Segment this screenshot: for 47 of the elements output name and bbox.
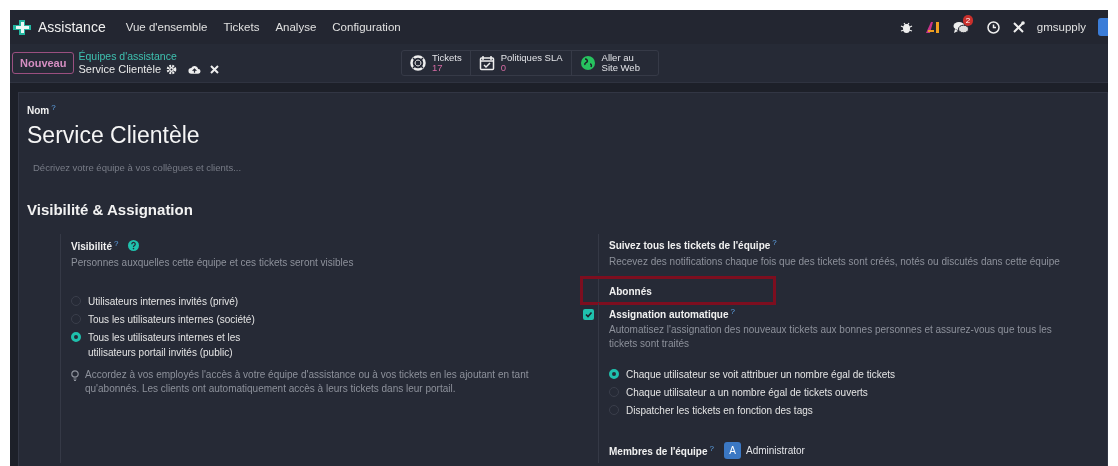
- close-icon[interactable]: [210, 65, 219, 74]
- radio-option[interactable]: Tous les utilisateurs internes et les utilisateurs portail invités (public): [71, 329, 570, 360]
- setting-description: Automatisez l'assignation des nouveaux tickets aux bonnes personnes et assurez-vous que tous les tickets sont traités: [609, 323, 1053, 351]
- user-name[interactable]: gmsupply: [1036, 21, 1086, 33]
- lifebuoy-icon: [410, 55, 426, 71]
- menu-item[interactable]: Vue d'ensemble: [117, 21, 216, 33]
- cloud-upload-icon[interactable]: [188, 64, 201, 75]
- member-name[interactable]: Administrator: [745, 445, 805, 456]
- avatar: A: [723, 442, 741, 459]
- radio-option[interactable]: Utilisateurs internes invités (privé): [71, 293, 570, 309]
- stat-button[interactable]: Tickets 17: [402, 51, 471, 75]
- app-name[interactable]: Assistance: [38, 19, 106, 35]
- description-field[interactable]: Décrivez votre équipe à vos collègues et clients...: [27, 162, 339, 174]
- field-description: Personnes auxquelles cette équipe et ces tickets seront visibles: [71, 255, 355, 270]
- plus-logo-icon[interactable]: [12, 19, 32, 35]
- radio-option[interactable]: Chaque utilisateur a un nombre égal de tickets ouverts: [609, 385, 1078, 400]
- clock-icon[interactable]: [986, 20, 1000, 34]
- stat-button[interactable]: Aller au Site Web: [571, 51, 658, 75]
- breadcrumb-link[interactable]: Équipes d'assistance: [78, 50, 219, 63]
- team-name-field[interactable]: Service Clientèle: [27, 122, 1099, 150]
- chat-icon[interactable]: [952, 20, 969, 34]
- radio-option[interactable]: Dispatcher les tickets en fonction des tags: [609, 403, 1078, 418]
- field-label: Nom $^{?}$: [27, 103, 57, 117]
- checkbox[interactable]: [583, 308, 594, 320]
- menu-item[interactable]: Analyse: [267, 21, 325, 33]
- new-button[interactable]: Nouveau: [12, 52, 75, 74]
- setting-label: Suivez tous les tickets de l'équipe $^{?}$: [609, 238, 778, 252]
- stat-button[interactable]: Politiques SLA 0: [470, 51, 572, 75]
- help-icon[interactable]: [128, 240, 140, 252]
- menu-item[interactable]: Tickets: [215, 21, 268, 33]
- radio-option[interactable]: Chaque utilisateur se voit attribuer un nombre égal de tickets: [609, 367, 1078, 382]
- field-label: Membres de l'équipe $^{?}$: [609, 443, 714, 458]
- radio-option[interactable]: Tous les utilisateurs internes (société): [71, 311, 570, 327]
- field-label: Visibilité $^{?}$: [71, 239, 119, 253]
- menu-item[interactable]: Configuration: [324, 21, 409, 33]
- setting-description: Recevez des notifications chaque fois que des tickets sont créés, notés ou discutés dans cette équipe: [609, 254, 1061, 269]
- tip-text: Accordez à vos employés l'accès à votre équipe d'assistance ou à vos tickets en les ajoutant en tant qu'abonnés. Les clients ont automatiquement accès à leurs tickets dans leur portail.: [85, 367, 530, 396]
- section-title: Visibilité & Assignation: [27, 201, 194, 219]
- radio-button[interactable]: [71, 331, 81, 342]
- bug-icon[interactable]: [899, 20, 913, 34]
- setting-label: Assignation automatique $^{?}$: [609, 306, 736, 320]
- calendar-check-icon: [478, 55, 495, 71]
- field-label: Abonnés: [609, 285, 653, 297]
- radio-button[interactable]: [609, 369, 619, 379]
- lightbulb-icon: [71, 369, 79, 381]
- record-name: Service Clientèle: [78, 63, 161, 76]
- notification-badge: 2: [962, 14, 974, 26]
